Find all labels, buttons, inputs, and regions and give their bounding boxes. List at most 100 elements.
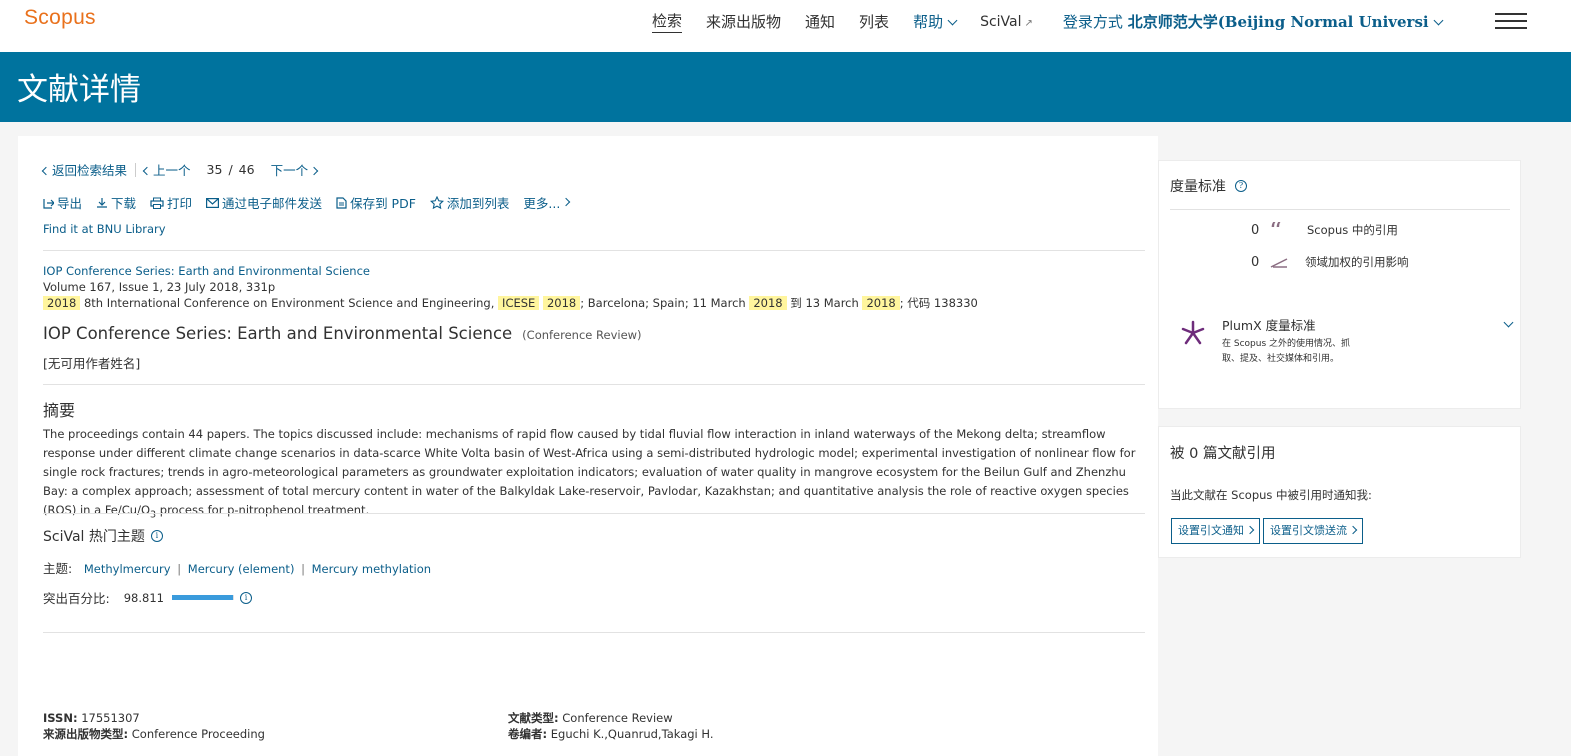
page-banner: 文献详情 [0, 52, 1571, 122]
download-icon [97, 197, 108, 208]
meta-right: 文献类型: Conference Review 卷编者: Eguchi K.,Q… [508, 710, 714, 742]
chevron-left-icon [142, 166, 152, 176]
email-button[interactable]: 通过电子邮件发送 [206, 193, 322, 212]
percentile-label: 突出百分比: [43, 591, 110, 606]
nav-sources[interactable]: 来源出版物 [706, 11, 781, 32]
pager-slash: / [228, 162, 233, 177]
info-icon[interactable]: i [239, 591, 252, 604]
prominence-percentile: 突出百分比: 98.811 i [43, 588, 252, 607]
citations-label: Scopus 中的引用 [1307, 223, 1398, 237]
chevron-down-icon [947, 15, 958, 26]
nav-scival[interactable]: SciVal ↗ [980, 14, 1033, 30]
divider [1170, 209, 1510, 210]
topic-link[interactable]: Mercury methylation [312, 562, 431, 576]
top-bar: Scopus 检索 来源出版物 通知 列表 帮助 SciVal ↗ 登录方式 北京… [0, 0, 1571, 52]
topic-link[interactable]: Mercury (element) [188, 562, 295, 576]
chevron-left-icon [41, 166, 51, 176]
divider [43, 632, 1145, 633]
add-to-list-label: 添加到列表 [446, 196, 510, 211]
document-title: IOP Conference Series: Earth and Environ… [43, 324, 642, 343]
add-to-list-button[interactable]: 添加到列表 [429, 193, 510, 212]
scival-topics: 主题: Methylmercury | Mercury (element) | … [43, 558, 431, 577]
plumx-title[interactable]: PlumX 度量标准 [1222, 315, 1316, 334]
issn-label: ISSN: [43, 711, 78, 725]
chevron-down-icon[interactable] [1503, 317, 1514, 328]
highlight: 2018 [862, 296, 900, 310]
print-label: 打印 [167, 196, 193, 211]
metrics-heading: 度量标准? [1170, 176, 1247, 196]
export-label: 导出 [57, 196, 83, 211]
help-icon[interactable]: ? [1235, 180, 1247, 192]
cited-by-panel: 被 0 篇文献引用 当此文献在 Scopus 中被引用时通知我: 设置引文通知 … [1158, 426, 1521, 558]
plumx-description: 在 Scopus 之外的使用情况、抓取、提及、社交媒体和引用。 [1222, 339, 1350, 364]
divider [43, 250, 1145, 251]
authors: [无可用作者姓名] [43, 356, 141, 371]
document-type: (Conference Review) [522, 328, 642, 342]
issn-value: 17551307 [81, 711, 140, 725]
nav-alerts[interactable]: 通知 [805, 11, 835, 32]
login-org: 北京师范大学(Beijing Normal Universi [1127, 13, 1429, 31]
chevron-right-icon [562, 197, 571, 206]
fwci-label: 领域加权的引用影响 [1305, 255, 1409, 269]
metrics-panel: 度量标准? 0 “ Scopus 中的引用 0 领域加权的引用影响 PlumX … [1158, 160, 1521, 409]
cited-by-heading: 被 0 篇文献引用 [1170, 446, 1276, 462]
export-button[interactable]: 导出 [43, 193, 82, 212]
source-type-value: Conference Proceeding [131, 727, 265, 741]
source-title-link[interactable]: IOP Conference Series: Earth and Environ… [43, 264, 370, 278]
action-bar: 导出 下载 打印 通过电子邮件发送 保存到 PDF 添加到列表 更多... [43, 193, 583, 212]
prev-label: 上一个 [153, 163, 191, 178]
email-icon [206, 197, 220, 208]
next-label: 下一个 [270, 163, 309, 178]
star-icon [429, 196, 444, 209]
scopus-logo[interactable]: Scopus [24, 6, 96, 30]
nav-help[interactable]: 帮助 [913, 11, 958, 32]
back-label: 返回检索结果 [52, 163, 128, 178]
doc-type-value: Conference Review [562, 711, 673, 725]
topic-link[interactable]: Methylmercury [84, 562, 171, 576]
find-it-link[interactable]: Find it at BNU Library [43, 222, 166, 236]
gauge-icon [1270, 258, 1288, 268]
alert-label: 设置引文通知 [1178, 524, 1244, 537]
conference-code: ; 代码 138330 [899, 296, 978, 310]
conference-name: 8th International Conference on Environm… [83, 296, 495, 310]
prev-link[interactable]: 上一个 [142, 160, 191, 179]
download-label: 下载 [111, 196, 137, 211]
nav-search[interactable]: 检索 [652, 10, 683, 33]
login-menu[interactable]: 登录方式 北京师范大学(Beijing Normal Universi [1062, 11, 1444, 32]
menu-icon[interactable] [1495, 13, 1527, 29]
conference-to: 到 13 March [790, 296, 859, 310]
login-prefix: 登录方式 [1062, 13, 1123, 31]
save-pdf-button[interactable]: 保存到 PDF [336, 193, 416, 212]
page-title: 文献详情 [17, 72, 141, 108]
back-to-results-link[interactable]: 返回检索结果 [41, 160, 128, 179]
info-icon[interactable]: i [150, 530, 163, 542]
topic-separator: | [177, 562, 182, 576]
topics-label: 主题: [43, 561, 73, 576]
metric-citations[interactable]: 0 “ Scopus 中的引用 [1251, 222, 1398, 238]
set-citation-alert-button[interactable]: 设置引文通知 [1171, 518, 1260, 544]
topic-separator: | [301, 562, 305, 576]
doc-type-label: 文献类型: [508, 711, 559, 725]
volume-info: Volume 167, Issue 1, 23 July 2018, 331p [43, 280, 276, 294]
scival-heading-text: SciVal 热门主题 [43, 529, 145, 545]
pdf-icon [336, 196, 347, 209]
metric-fwci[interactable]: 0 领域加权的引用影响 [1251, 254, 1409, 270]
abstract-heading: 摘要 [43, 401, 76, 420]
print-button[interactable]: 打印 [150, 193, 192, 212]
main-nav: 检索 来源出版物 通知 列表 帮助 SciVal ↗ 登录方式 北京师范大学(Be… [652, 10, 1444, 33]
next-link[interactable]: 下一个 [270, 160, 319, 179]
fwci-value: 0 [1251, 254, 1260, 270]
highlight: ICESE [498, 296, 540, 310]
scival-heading: SciVal 热门主题 i [43, 526, 163, 546]
set-citation-feed-button[interactable]: 设置引文馈送流 [1263, 518, 1363, 544]
conference-info: 2018 8th International Conference on Env… [43, 295, 978, 311]
more-button[interactable]: 更多... [523, 193, 571, 212]
download-button[interactable]: 下载 [96, 193, 136, 212]
percentile-bar-fill [171, 595, 234, 600]
nav-lists[interactable]: 列表 [859, 11, 889, 32]
feed-label: 设置引文馈送流 [1270, 524, 1347, 537]
percentile-value: 98.811 [123, 590, 164, 605]
editors-label: 卷编者: [508, 727, 548, 741]
chevron-right-icon [309, 166, 319, 176]
conference-location: ; Barcelona; Spain; 11 March [580, 296, 746, 310]
